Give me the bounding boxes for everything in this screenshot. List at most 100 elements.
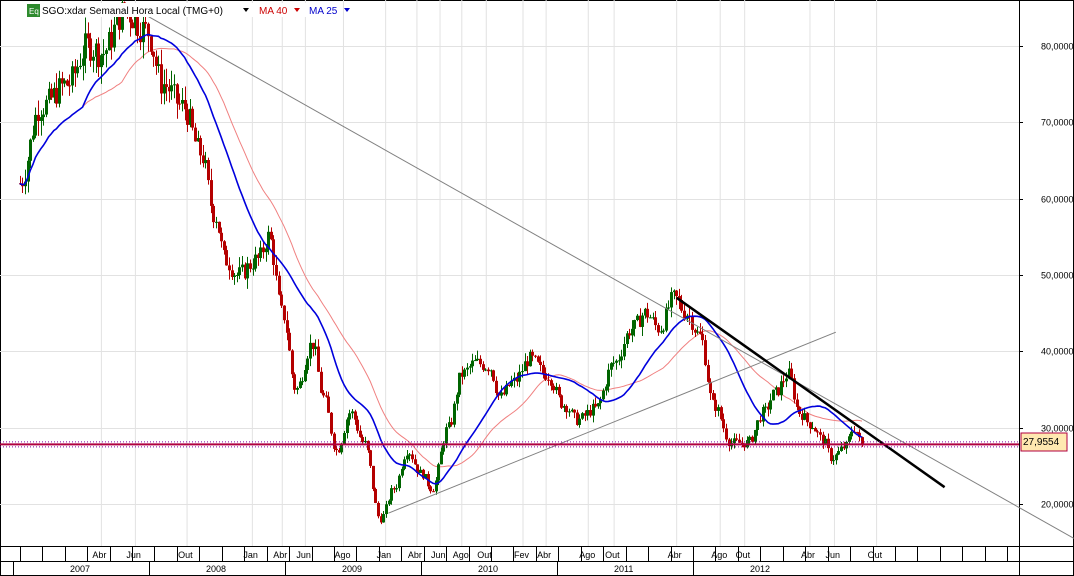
candle-body bbox=[66, 80, 69, 86]
month-label: Fev bbox=[514, 550, 530, 560]
candle-body bbox=[97, 43, 100, 68]
candle-body bbox=[102, 53, 105, 56]
candle-body bbox=[87, 33, 90, 39]
candle-body bbox=[701, 333, 704, 341]
candle-body bbox=[539, 361, 542, 365]
candle-body bbox=[204, 160, 207, 164]
candle-body bbox=[176, 84, 179, 104]
candle-body bbox=[275, 264, 278, 276]
candle-body bbox=[675, 290, 678, 297]
ma25-dropdown-icon[interactable] bbox=[344, 8, 350, 12]
candle-body bbox=[440, 451, 443, 465]
candle-body bbox=[398, 475, 401, 489]
candle-body bbox=[225, 250, 228, 266]
ma25-line-group bbox=[19, 33, 863, 485]
year-label: 2007 bbox=[70, 564, 90, 574]
candle-body bbox=[283, 305, 286, 321]
candle-body bbox=[482, 364, 485, 370]
candle-body bbox=[76, 67, 79, 74]
candle-body bbox=[500, 392, 503, 396]
candle-body bbox=[756, 420, 759, 430]
ma25-label[interactable]: MA 25 bbox=[309, 6, 338, 17]
candle-body bbox=[29, 139, 32, 161]
candle-body bbox=[620, 356, 623, 361]
candle-body bbox=[280, 294, 283, 306]
candle-body bbox=[641, 315, 644, 327]
candle-body bbox=[662, 330, 665, 332]
month-label: Out bbox=[477, 550, 492, 560]
ma40-line bbox=[19, 47, 863, 468]
candle-body bbox=[759, 420, 762, 422]
candle-body bbox=[612, 362, 615, 364]
y-tick-label: 60,0000 bbox=[1041, 195, 1074, 205]
y-tick-label: 50,0000 bbox=[1041, 271, 1074, 281]
candle-body bbox=[456, 394, 459, 404]
month-label: Abr bbox=[408, 550, 422, 560]
candle-body bbox=[712, 393, 715, 400]
candle-body bbox=[170, 85, 173, 92]
candle-body bbox=[722, 419, 725, 429]
candle-body bbox=[555, 386, 558, 391]
candle-body bbox=[322, 392, 325, 396]
symbol-title[interactable]: SGO:xdar Semanal Hora Local (TMG+0) bbox=[42, 6, 223, 17]
candle-body bbox=[748, 436, 751, 441]
candle-body bbox=[249, 263, 252, 269]
candle-body bbox=[55, 87, 58, 104]
candle-body bbox=[32, 135, 35, 140]
candle-body bbox=[207, 160, 210, 181]
ma40-label[interactable]: MA 40 bbox=[259, 6, 288, 17]
candle-body bbox=[388, 500, 391, 505]
candle-body bbox=[286, 320, 289, 333]
candle-body bbox=[667, 307, 670, 309]
candle-body bbox=[325, 395, 328, 397]
candle-body bbox=[218, 221, 221, 233]
candle-body bbox=[471, 360, 474, 367]
candle-body bbox=[385, 504, 388, 515]
candle-body bbox=[306, 358, 309, 371]
candle-body bbox=[233, 275, 236, 277]
month-label: Abr bbox=[537, 550, 551, 560]
candle-body bbox=[814, 428, 817, 432]
candle-body bbox=[105, 50, 108, 54]
candle-body bbox=[210, 180, 213, 206]
candle-body bbox=[270, 231, 273, 240]
candle-body bbox=[589, 410, 592, 416]
candle-body bbox=[474, 360, 477, 362]
candle-body bbox=[437, 464, 440, 481]
candle-body bbox=[346, 419, 349, 434]
candle-body bbox=[317, 346, 320, 372]
candle-body bbox=[265, 248, 268, 253]
last-price-value: 27,9554 bbox=[1023, 437, 1060, 448]
candle-body bbox=[526, 361, 529, 367]
candle-body bbox=[291, 350, 294, 375]
ma25-line bbox=[19, 33, 863, 485]
candle-body bbox=[552, 385, 555, 391]
candle-body bbox=[633, 320, 636, 329]
year-label: 2012 bbox=[750, 564, 770, 574]
candle-body bbox=[408, 454, 411, 456]
candle-body bbox=[573, 409, 576, 413]
month-label: Ago bbox=[453, 550, 469, 560]
candle-body bbox=[92, 56, 95, 61]
candle-body bbox=[165, 84, 168, 87]
candle-body bbox=[607, 369, 610, 387]
ma40-line-group bbox=[19, 47, 863, 468]
candle-body bbox=[354, 411, 357, 420]
candle-body bbox=[186, 109, 189, 125]
candle-body bbox=[432, 491, 435, 493]
candle-body bbox=[699, 331, 702, 334]
month-label: Jun bbox=[296, 550, 311, 560]
candle-body bbox=[636, 315, 639, 321]
candle-body bbox=[780, 381, 783, 396]
candle-body bbox=[113, 24, 116, 48]
candle-body bbox=[246, 263, 249, 279]
candle-body bbox=[657, 325, 660, 333]
candle-body bbox=[335, 448, 338, 451]
candle-body bbox=[45, 99, 48, 115]
candle-body bbox=[487, 369, 490, 372]
candle-body bbox=[453, 403, 456, 425]
month-label: Jan bbox=[377, 550, 392, 560]
candle-body bbox=[369, 450, 372, 466]
candle-body bbox=[390, 488, 393, 501]
candle-body bbox=[615, 360, 618, 363]
